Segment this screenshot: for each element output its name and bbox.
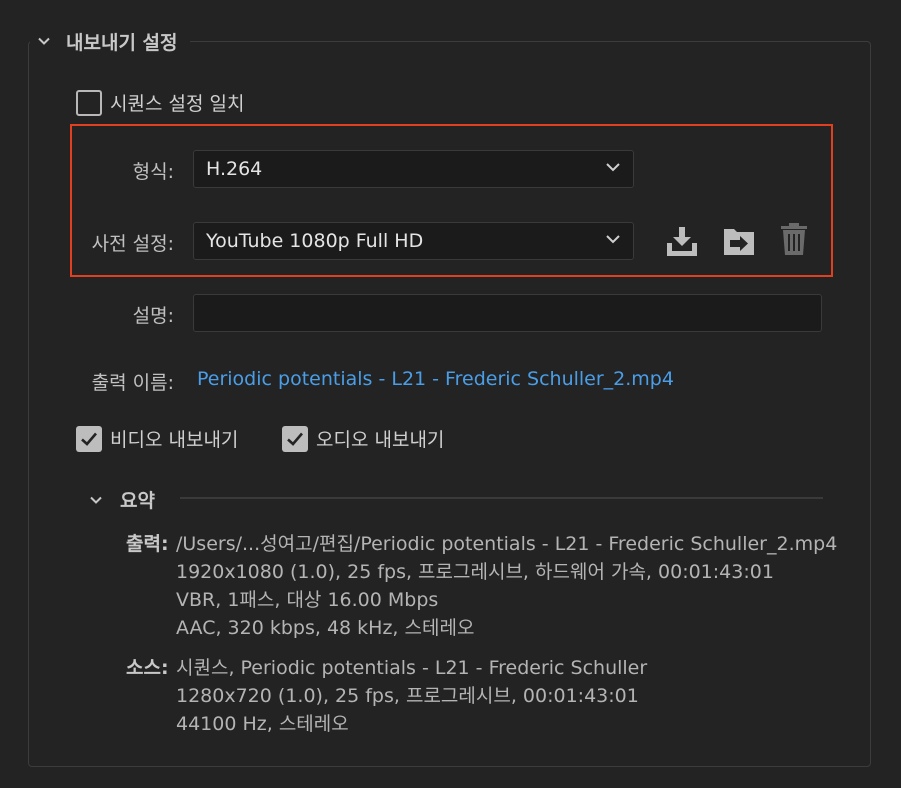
summary-title: 요약 xyxy=(120,490,155,512)
comments-label: 설명: xyxy=(132,305,174,327)
checkmark-icon xyxy=(81,432,97,446)
summary-source-line: 1280x720 (1.0), 25 fps, 프로그레시브, 00:01:43… xyxy=(176,685,639,707)
summary-source-line: 44100 Hz, 스테레오 xyxy=(176,713,349,735)
export-settings-header[interactable]: 내보내기 설정 xyxy=(30,26,190,56)
export-audio-checkbox[interactable] xyxy=(282,425,308,452)
export-video-label: 비디오 내보내기 xyxy=(110,429,239,451)
export-audio-label: 오디오 내보내기 xyxy=(316,429,445,451)
summary-divider xyxy=(180,497,823,499)
chevron-down-icon[interactable] xyxy=(88,492,104,508)
summary-output-line: /Users/...성여고/편집/Periodic potentials - L… xyxy=(176,533,838,555)
summary-source-line: 시퀀스, Periodic potentials - L21 - Frederi… xyxy=(176,657,648,679)
chevron-down-icon xyxy=(605,230,621,252)
summary-source-label: 소스: xyxy=(126,657,169,679)
checkmark-icon xyxy=(287,432,303,446)
match-sequence-label: 시퀀스 설정 일치 xyxy=(110,93,245,115)
preset-label: 사전 설정: xyxy=(91,233,174,255)
comments-field[interactable] xyxy=(193,294,822,332)
summary-output-line: 1920x1080 (1.0), 25 fps, 프로그레시브, 하드웨어 가속… xyxy=(176,561,774,583)
chevron-down-icon xyxy=(605,158,621,180)
export-video-checkbox[interactable] xyxy=(76,425,102,452)
import-preset-icon[interactable] xyxy=(721,223,757,259)
save-preset-icon[interactable] xyxy=(664,223,700,259)
export-settings-title: 내보내기 설정 xyxy=(66,31,178,54)
output-name-link[interactable]: Periodic potentials - L21 - Frederic Sch… xyxy=(197,368,674,390)
summary-header[interactable]: 요약 xyxy=(88,486,155,513)
summary-output-label: 출력: xyxy=(126,533,169,555)
export-audio-option[interactable]: 오디오 내보내기 xyxy=(282,425,444,452)
format-dropdown[interactable]: H.264 xyxy=(193,150,634,188)
export-video-option[interactable]: 비디오 내보내기 xyxy=(76,425,238,452)
summary-output-line: AAC, 320 kbps, 48 kHz, 스테레오 xyxy=(176,617,475,639)
format-value: H.264 xyxy=(206,158,263,180)
preset-value: YouTube 1080p Full HD xyxy=(206,230,424,252)
chevron-down-icon[interactable] xyxy=(36,33,52,49)
output-name-label: 출력 이름: xyxy=(91,372,174,394)
match-sequence-checkbox[interactable] xyxy=(76,89,102,116)
format-label: 형식: xyxy=(132,161,174,183)
summary-output-line: VBR, 1패스, 대상 16.00 Mbps xyxy=(176,589,439,611)
preset-dropdown[interactable]: YouTube 1080p Full HD xyxy=(193,222,634,260)
delete-preset-icon[interactable] xyxy=(776,221,812,257)
match-sequence-settings[interactable]: 시퀀스 설정 일치 xyxy=(76,89,244,116)
